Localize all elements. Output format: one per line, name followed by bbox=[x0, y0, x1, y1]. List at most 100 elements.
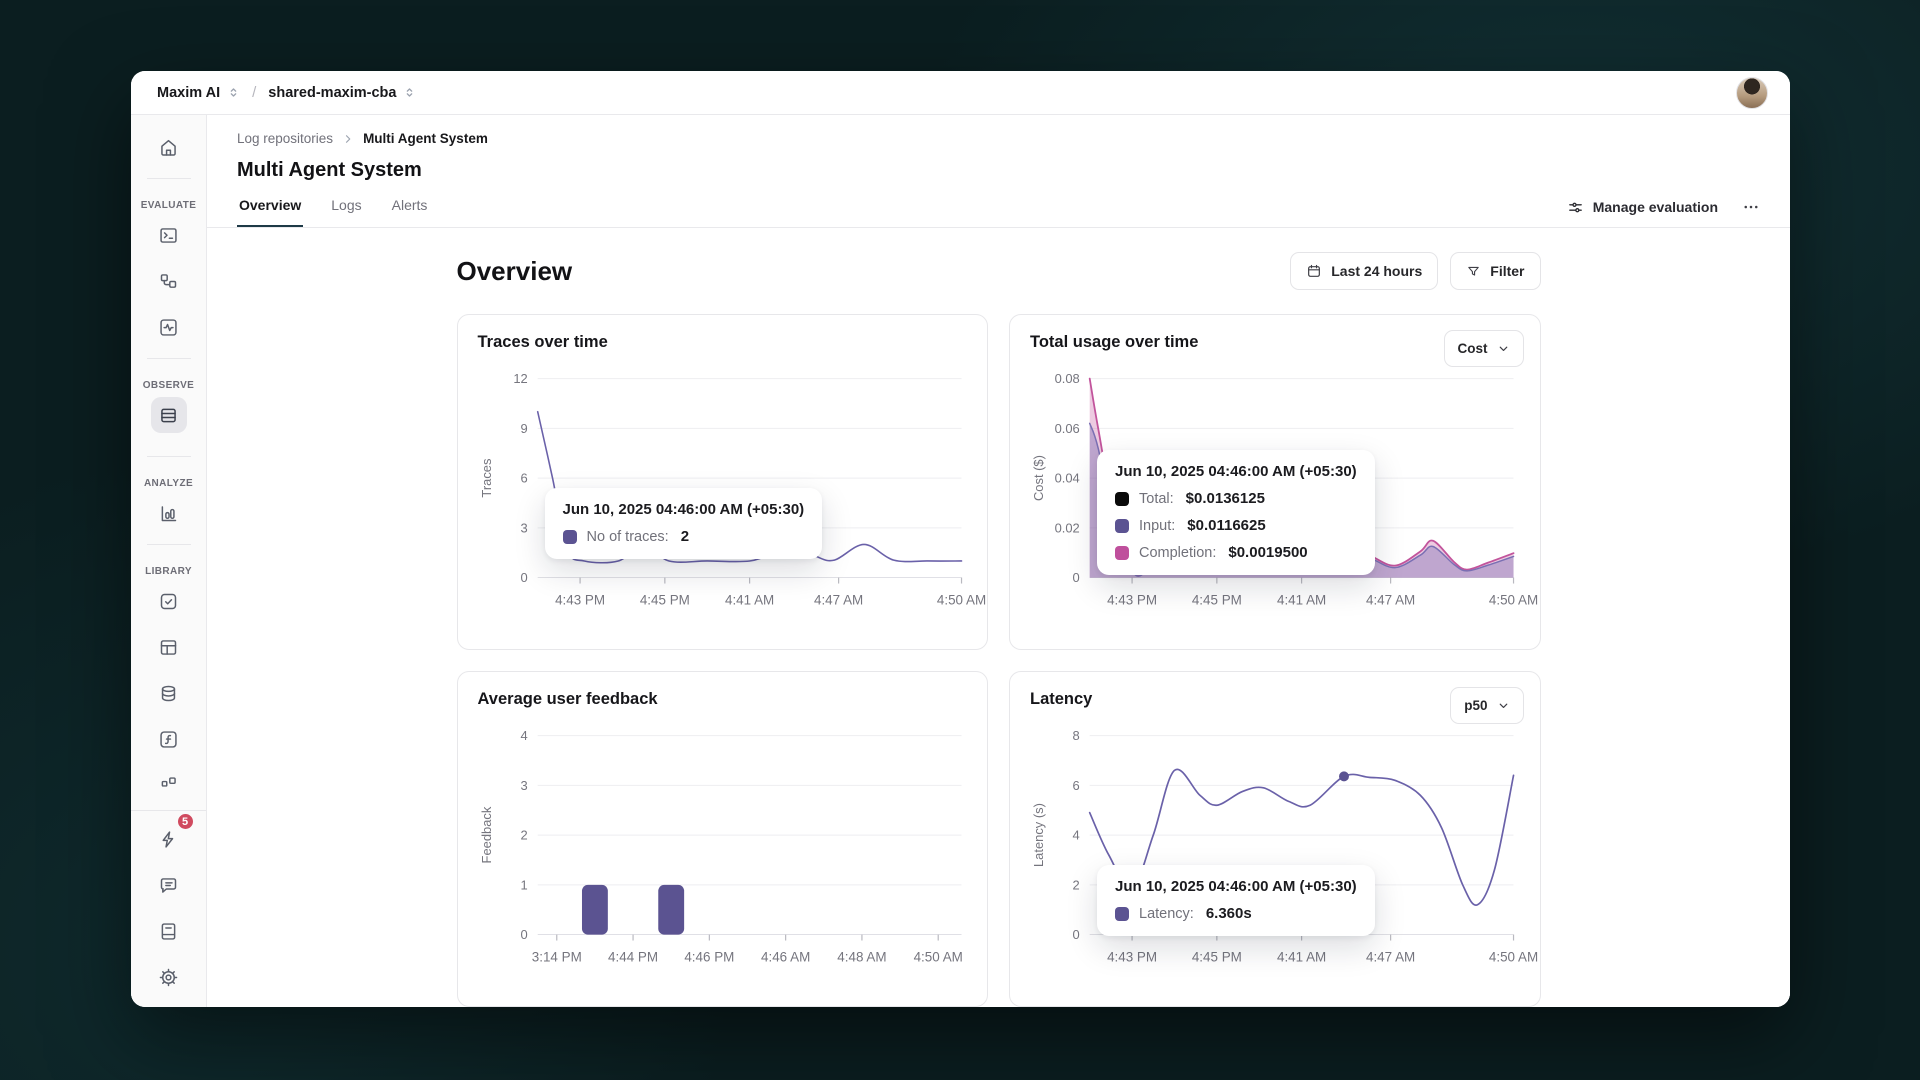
chart-tooltip: Jun 10, 2025 04:46:00 AM (+05:30) Total:… bbox=[1097, 450, 1375, 575]
percentile-selector-dropdown[interactable]: p50 bbox=[1450, 687, 1523, 724]
svg-text:2: 2 bbox=[520, 828, 527, 843]
tab-logs[interactable]: Logs bbox=[329, 197, 363, 227]
svg-text:4:41 AM: 4:41 AM bbox=[724, 592, 773, 607]
card-average-user-feedback: Average user feedback 012343:14 PM4:44 P… bbox=[457, 671, 989, 1007]
sidebar-item-settings[interactable] bbox=[151, 959, 187, 995]
sidebar-item-test-cases[interactable] bbox=[151, 583, 187, 619]
selector-value: p50 bbox=[1464, 698, 1487, 713]
funnel-icon bbox=[1466, 264, 1481, 279]
tabs: Overview Logs Alerts bbox=[237, 197, 1760, 227]
svg-text:4:46 PM: 4:46 PM bbox=[684, 949, 734, 964]
main-panel: Log repositories Multi Agent System Mult… bbox=[207, 115, 1790, 1007]
blocks-icon bbox=[158, 775, 179, 796]
svg-text:0.06: 0.06 bbox=[1055, 421, 1080, 436]
filter-button[interactable]: Filter bbox=[1450, 252, 1540, 290]
book-icon bbox=[158, 921, 179, 942]
workspace-switcher[interactable]: Maxim AI bbox=[157, 85, 240, 101]
breadcrumb-current: Multi Agent System bbox=[363, 131, 488, 146]
tab-overview[interactable]: Overview bbox=[237, 197, 303, 227]
sidebar-item-home[interactable] bbox=[151, 129, 187, 165]
series-swatch bbox=[1115, 519, 1129, 533]
tooltip-value: $0.0116625 bbox=[1187, 517, 1265, 534]
breadcrumb-separator: / bbox=[252, 84, 256, 101]
bar-chart-icon bbox=[158, 503, 179, 524]
check-square-icon bbox=[158, 591, 179, 612]
svg-text:4:43 PM: 4:43 PM bbox=[1107, 949, 1157, 964]
svg-text:0.02: 0.02 bbox=[1055, 520, 1080, 535]
project-switcher[interactable]: shared-maxim-cba bbox=[268, 85, 416, 101]
sidebar-item-notifications[interactable]: 5 bbox=[151, 821, 187, 857]
sidebar-item-logs[interactable] bbox=[151, 397, 187, 433]
svg-text:4:45 PM: 4:45 PM bbox=[1192, 592, 1242, 607]
feedback-chart-area[interactable]: 012343:14 PM4:44 PM4:46 PM4:46 AM4:48 AM… bbox=[478, 717, 968, 981]
svg-text:4:45 PM: 4:45 PM bbox=[1192, 949, 1242, 964]
sidebar-item-datasets-table[interactable] bbox=[151, 629, 187, 665]
overview-toolbar: Overview Last 24 hours Filter bbox=[457, 252, 1541, 290]
sidebar-section-observe: OBSERVE bbox=[143, 380, 195, 391]
workspace-name: Maxim AI bbox=[157, 85, 220, 101]
sidebar-item-prompts[interactable] bbox=[151, 217, 187, 253]
page-title: Multi Agent System bbox=[237, 159, 1760, 182]
overview-content: Overview Last 24 hours Filter bbox=[207, 228, 1790, 1007]
tooltip-value: $0.0136125 bbox=[1186, 490, 1265, 507]
function-icon bbox=[158, 729, 179, 750]
sidebar-item-functions[interactable] bbox=[151, 721, 187, 757]
user-avatar[interactable] bbox=[1736, 77, 1768, 109]
tab-alerts[interactable]: Alerts bbox=[390, 197, 430, 227]
svg-text:4:50 AM: 4:50 AM bbox=[913, 949, 962, 964]
breadcrumb: Log repositories Multi Agent System bbox=[237, 131, 1760, 146]
chevrons-updown-icon bbox=[403, 86, 416, 99]
series-swatch bbox=[563, 530, 577, 544]
svg-text:Latency (s): Latency (s) bbox=[1031, 803, 1046, 867]
svg-text:4:41 AM: 4:41 AM bbox=[1277, 592, 1326, 607]
sidebar-divider bbox=[147, 358, 191, 359]
svg-text:9: 9 bbox=[520, 421, 527, 436]
home-icon bbox=[158, 137, 179, 158]
activity-icon bbox=[158, 317, 179, 338]
svg-text:6: 6 bbox=[1073, 778, 1080, 793]
cost-selector-dropdown[interactable]: Cost bbox=[1444, 330, 1524, 367]
project-name: shared-maxim-cba bbox=[268, 85, 396, 101]
svg-text:4:47 AM: 4:47 AM bbox=[1366, 949, 1415, 964]
svg-text:4:50 AM: 4:50 AM bbox=[936, 592, 985, 607]
chat-icon bbox=[158, 875, 179, 896]
sidebar-item-plugins[interactable] bbox=[151, 767, 187, 803]
sidebar-item-evaluations[interactable] bbox=[151, 309, 187, 345]
manage-evaluation-button[interactable]: Manage evaluation bbox=[1567, 199, 1718, 216]
svg-text:0: 0 bbox=[520, 570, 527, 585]
filter-label: Filter bbox=[1490, 263, 1524, 279]
svg-text:Feedback: Feedback bbox=[478, 806, 493, 863]
svg-text:0.04: 0.04 bbox=[1055, 471, 1080, 486]
chart-tooltip: Jun 10, 2025 04:46:00 AM (+05:30) No of … bbox=[545, 488, 823, 559]
more-options-button[interactable] bbox=[1742, 198, 1760, 216]
sidebar-bottom: 5 bbox=[131, 810, 206, 1007]
time-range-button[interactable]: Last 24 hours bbox=[1290, 252, 1438, 290]
chevron-right-icon bbox=[342, 133, 354, 145]
svg-text:Traces: Traces bbox=[478, 459, 493, 498]
log-rows-icon bbox=[158, 405, 179, 426]
chevron-down-icon bbox=[1497, 699, 1510, 712]
tooltip-label: Completion: bbox=[1139, 545, 1216, 561]
svg-text:4: 4 bbox=[520, 728, 527, 743]
sidebar-item-feedback[interactable] bbox=[151, 867, 187, 903]
svg-text:4: 4 bbox=[1073, 828, 1080, 843]
workflow-icon bbox=[158, 271, 179, 292]
manage-evaluation-label: Manage evaluation bbox=[1593, 199, 1718, 215]
sidebar-item-context-sources[interactable] bbox=[151, 675, 187, 711]
card-traces-over-time: Traces over time 0369124:43 PM4:45 PM4:4… bbox=[457, 314, 989, 650]
chevrons-updown-icon bbox=[227, 86, 240, 99]
sidebar-item-docs[interactable] bbox=[151, 913, 187, 949]
sidebar-item-analytics[interactable] bbox=[151, 495, 187, 531]
breadcrumb-log-repositories[interactable]: Log repositories bbox=[237, 131, 333, 146]
header-actions: Manage evaluation bbox=[1567, 198, 1760, 216]
sidebar-section-evaluate: EVALUATE bbox=[141, 200, 197, 211]
series-swatch bbox=[1115, 907, 1129, 921]
latency-chart-area[interactable]: 024684:43 PM4:45 PM4:41 AM4:47 AM4:50 AM… bbox=[1030, 717, 1520, 981]
tooltip-timestamp: Jun 10, 2025 04:46:00 AM (+05:30) bbox=[563, 501, 805, 518]
svg-text:4:43 PM: 4:43 PM bbox=[1107, 592, 1157, 607]
svg-text:4:44 PM: 4:44 PM bbox=[608, 949, 658, 964]
notification-badge: 5 bbox=[176, 812, 195, 831]
svg-text:4:47 AM: 4:47 AM bbox=[813, 592, 862, 607]
tooltip-label: No of traces: bbox=[587, 529, 669, 545]
sidebar-item-workflows[interactable] bbox=[151, 263, 187, 299]
